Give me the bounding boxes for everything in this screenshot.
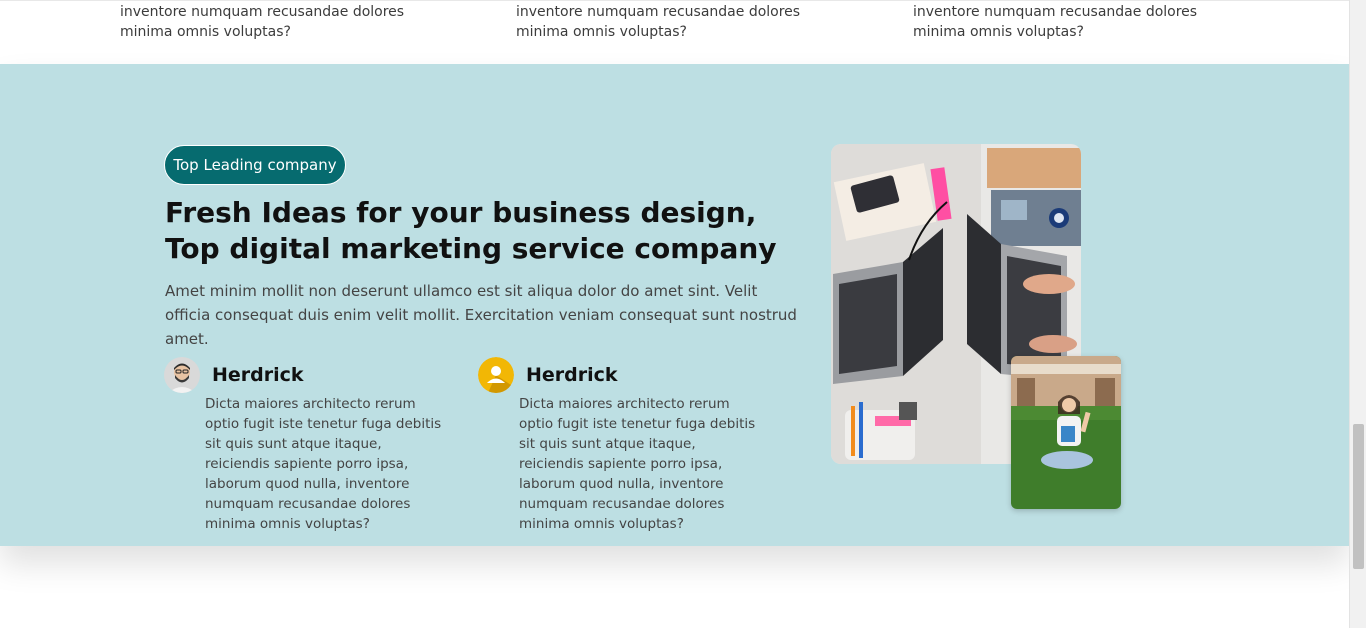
feature-text: Dicta maiores architecto rerum optio fug… — [519, 396, 756, 532]
girl-on-grass-photo — [1011, 356, 1121, 509]
section-description: Amet minim mollit non deserunt ullamco e… — [165, 282, 797, 348]
top-leading-badge: Top Leading company — [164, 145, 346, 185]
man-avatar-icon — [164, 357, 200, 393]
about-company-section: Top Leading company Fresh Ideas for your… — [0, 64, 1349, 546]
feature-title: Herdrick — [212, 364, 304, 386]
column-text: inventore numquam recusandae dolores min… — [516, 4, 801, 40]
previous-section-strip: inventore numquam recusandae dolores min… — [0, 0, 1349, 64]
scrollbar-thumb[interactable] — [1353, 424, 1364, 569]
page-scrollbar[interactable] — [1349, 0, 1366, 628]
column-text: inventore numquam recusandae dolores min… — [913, 4, 1198, 40]
column-text: inventore numquam recusandae dolores min… — [120, 4, 405, 40]
user-avatar-icon — [478, 357, 514, 393]
section-heading: Fresh Ideas for your business design, To… — [165, 196, 777, 265]
feature-text: Dicta maiores architecto rerum optio fug… — [205, 396, 442, 532]
feature-title: Herdrick — [526, 364, 618, 386]
